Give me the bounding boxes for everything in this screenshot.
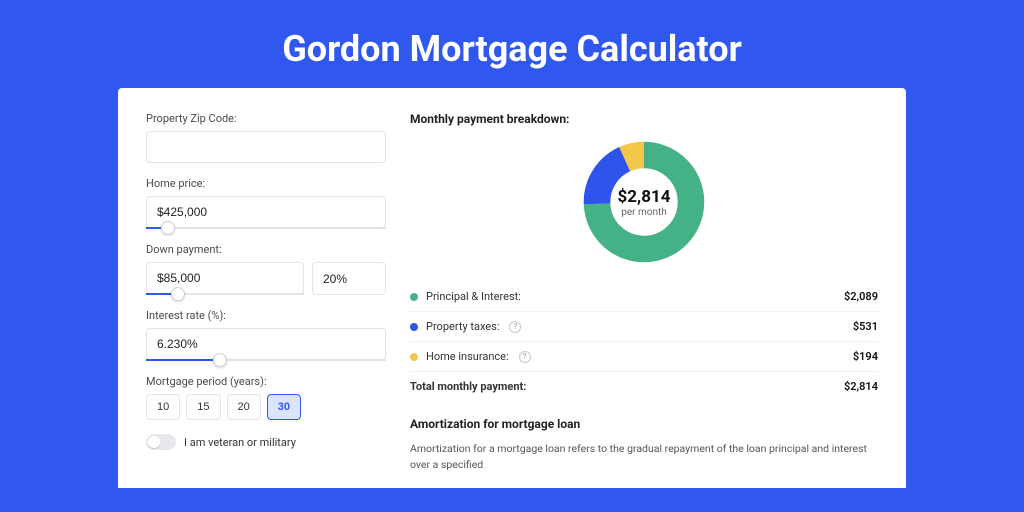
slider-thumb[interactable] xyxy=(213,353,227,367)
interest-block: Interest rate (%): xyxy=(146,309,386,361)
toggle-knob xyxy=(148,436,160,448)
zip-label: Property Zip Code: xyxy=(146,112,386,125)
legend-value: $531 xyxy=(853,320,878,333)
period-block: Mortgage period (years): 1015 2030 xyxy=(146,375,386,420)
legend-label: Home insurance: xyxy=(426,350,509,363)
home-price-label: Home price: xyxy=(146,177,386,190)
calculator-card: Property Zip Code: Home price: Down paym… xyxy=(118,88,906,488)
down-payment-block: Down payment: xyxy=(146,243,386,295)
home-price-input[interactable] xyxy=(146,196,386,228)
period-option-30[interactable]: 30 xyxy=(267,394,301,420)
legend-swatch xyxy=(410,323,418,331)
period-option-15[interactable]: 15 xyxy=(186,394,220,420)
period-option-20[interactable]: 20 xyxy=(227,394,261,420)
donut-wrap: $2,814 per month xyxy=(410,136,878,282)
legend-value: $2,089 xyxy=(844,290,878,303)
breakdown-column: Monthly payment breakdown: $2,814 per mo… xyxy=(410,112,878,488)
legend-swatch xyxy=(410,293,418,301)
military-label: I am veteran or military xyxy=(184,436,296,449)
down-payment-label: Down payment: xyxy=(146,243,386,256)
interest-input[interactable] xyxy=(146,328,386,360)
legend-row: Property taxes:? $531 xyxy=(410,312,878,342)
help-icon[interactable]: ? xyxy=(509,321,521,333)
zip-input[interactable] xyxy=(146,131,386,163)
legend: Principal & Interest: $2,089 Property taxe… xyxy=(410,282,878,372)
period-label: Mortgage period (years): xyxy=(146,375,386,388)
amortization-text: Amortization for a mortgage loan refers … xyxy=(410,441,878,473)
slider-thumb[interactable] xyxy=(161,221,175,235)
legend-label: Principal & Interest: xyxy=(426,290,521,303)
donut-chart: $2,814 per month xyxy=(582,140,706,264)
total-row: Total monthly payment: $2,814 xyxy=(410,372,878,401)
home-price-slider[interactable] xyxy=(146,227,386,229)
help-icon[interactable]: ? xyxy=(519,351,531,363)
military-row: I am veteran or military xyxy=(146,434,386,450)
interest-label: Interest rate (%): xyxy=(146,309,386,322)
legend-row: Home insurance:? $194 xyxy=(410,342,878,372)
breakdown-title: Monthly payment breakdown: xyxy=(410,112,878,126)
donut-sub: per month xyxy=(621,207,667,218)
amortization-heading: Amortization for mortgage loan xyxy=(410,417,878,431)
form-column: Property Zip Code: Home price: Down paym… xyxy=(146,112,386,488)
down-payment-slider[interactable] xyxy=(146,293,304,295)
military-toggle[interactable] xyxy=(146,434,176,450)
interest-slider[interactable] xyxy=(146,359,386,361)
legend-label: Property taxes: xyxy=(426,320,499,333)
legend-swatch xyxy=(410,353,418,361)
legend-value: $194 xyxy=(853,350,878,363)
page-title: Gordon Mortgage Calculator xyxy=(0,0,1024,88)
home-price-block: Home price: xyxy=(146,177,386,229)
total-label: Total monthly payment: xyxy=(410,380,526,393)
zip-field-block: Property Zip Code: xyxy=(146,112,386,163)
amortization-block: Amortization for mortgage loan Amortizat… xyxy=(410,417,878,473)
legend-row: Principal & Interest: $2,089 xyxy=(410,282,878,312)
down-payment-percent-input[interactable] xyxy=(312,262,386,295)
total-value: $2,814 xyxy=(844,380,878,393)
slider-thumb[interactable] xyxy=(171,287,185,301)
donut-value: $2,814 xyxy=(618,187,671,207)
down-payment-input[interactable] xyxy=(146,262,304,294)
period-option-10[interactable]: 10 xyxy=(146,394,180,420)
